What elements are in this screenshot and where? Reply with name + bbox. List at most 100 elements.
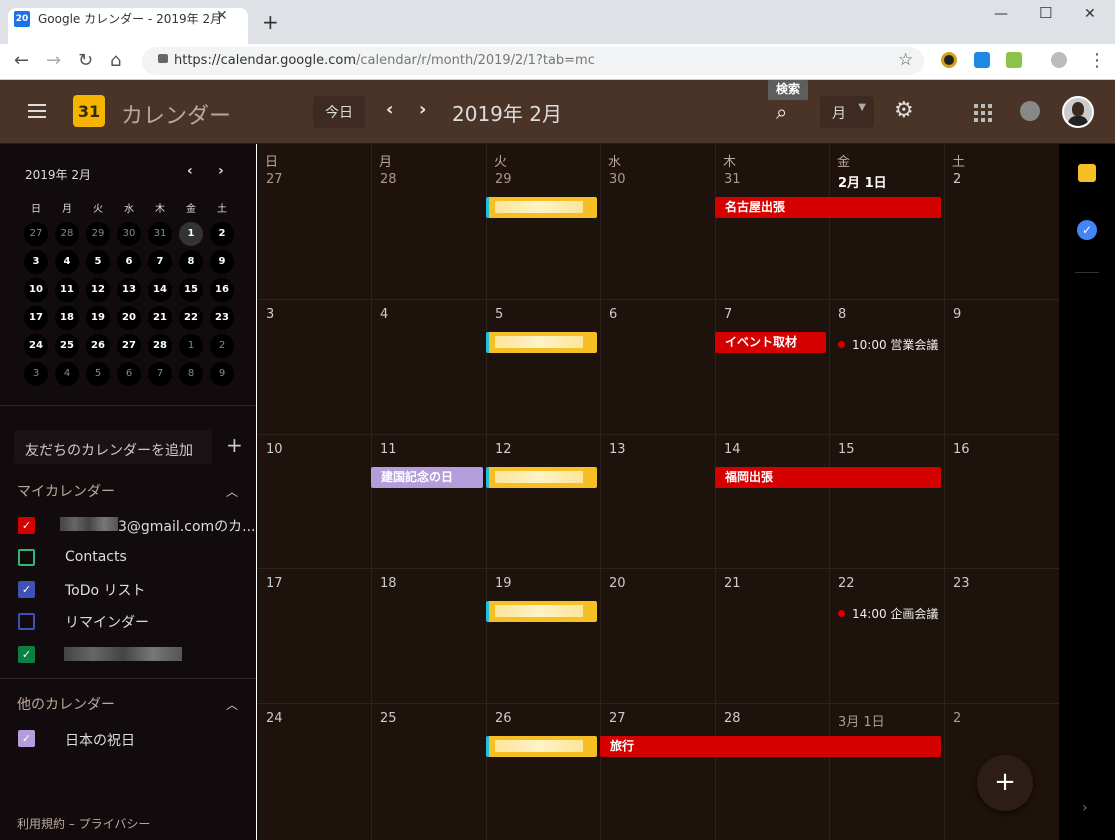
mini-calendar-day[interactable]: 10 [24,278,48,302]
footer-links[interactable]: 利用規約 – プライバシー [17,815,150,832]
day-number[interactable]: 2月 1日 [838,172,887,191]
day-number[interactable]: 22 [838,576,855,591]
event-fukuoka-trip[interactable]: 福岡出張 [715,467,941,488]
mini-calendar-day[interactable]: 4 [55,250,79,274]
event-planning-meeting[interactable]: 14:00 企画会議 [838,605,938,622]
back-icon[interactable]: ← [14,50,29,71]
day-number[interactable]: 16 [953,442,970,457]
main-menu-icon[interactable] [28,102,46,120]
minimize-icon[interactable]: — [994,6,1008,22]
mini-calendar-day[interactable]: 31 [148,222,172,246]
day-number[interactable]: 17 [266,576,283,591]
home-icon[interactable]: ⌂ [110,50,121,71]
view-selector[interactable]: 月 ▼ [820,96,874,128]
calendar-checkbox-personal[interactable]: ✓ [18,517,35,534]
mini-calendar-day[interactable]: 9 [210,362,234,386]
mini-calendar-day[interactable]: 4 [55,362,79,386]
mini-calendar-day[interactable]: 20 [117,306,141,330]
mini-calendar-day[interactable]: 16 [210,278,234,302]
redacted-event[interactable] [486,332,597,353]
mini-next-month-icon[interactable]: › [218,163,224,179]
mini-calendar-day[interactable]: 1 [179,334,203,358]
mini-calendar-day[interactable]: 8 [179,362,203,386]
browser-menu-icon[interactable]: ⋮ [1088,50,1106,71]
forward-icon[interactable]: → [46,50,61,71]
day-number[interactable]: 3 [266,307,274,322]
mini-calendar-day[interactable]: 2 [210,334,234,358]
day-number[interactable]: 23 [953,576,970,591]
day-number[interactable]: 9 [953,307,961,322]
day-number[interactable]: 30 [609,172,626,187]
event-sales-meeting[interactable]: 10:00 営業会議 [838,336,938,353]
day-number[interactable]: 2 [953,172,961,187]
day-number[interactable]: 24 [266,711,283,726]
redacted-event[interactable] [486,467,597,488]
day-number[interactable]: 31 [724,172,741,187]
mini-calendar-day[interactable]: 9 [210,250,234,274]
other-calendars-heading[interactable]: 他のカレンダー [17,694,115,714]
next-period-icon[interactable]: › [419,99,426,120]
day-number[interactable]: 20 [609,576,626,591]
mini-calendar-day[interactable]: 23 [210,306,234,330]
settings-gear-icon[interactable]: ⚙ [894,98,914,123]
day-number[interactable]: 14 [724,442,741,457]
mini-prev-month-icon[interactable]: ‹ [187,163,193,179]
mini-calendar-day[interactable]: 5 [86,250,110,274]
day-number[interactable]: 25 [380,711,397,726]
calendar-checkbox-todo[interactable]: ✓ [18,581,35,598]
reload-icon[interactable]: ↻ [78,50,93,71]
profile-icon[interactable] [1051,52,1067,68]
mini-calendar-day[interactable]: 30 [117,222,141,246]
day-number[interactable]: 21 [724,576,741,591]
extension-2-icon[interactable] [974,52,990,68]
mini-calendar-day[interactable]: 22 [179,306,203,330]
maximize-icon[interactable]: ☐ [1039,4,1052,22]
event-nagoya-trip[interactable]: 名古屋出張 [715,197,941,218]
mini-calendar-day[interactable]: 24 [24,334,48,358]
mini-calendar-day[interactable]: 2 [210,222,234,246]
extension-1-icon[interactable] [941,52,957,68]
event-trip[interactable]: 旅行 [600,736,941,757]
mini-calendar-day[interactable]: 12 [86,278,110,302]
notifications-bell-icon[interactable] [1020,101,1040,121]
mini-calendar-day[interactable]: 8 [179,250,203,274]
mini-calendar-day[interactable]: 27 [117,334,141,358]
my-calendars-heading[interactable]: マイカレンダー [17,481,115,501]
account-avatar[interactable] [1062,96,1094,128]
url-text[interactable]: https://calendar.google.com/calendar/r/m… [174,53,595,68]
day-number[interactable]: 27 [266,172,283,187]
close-window-icon[interactable]: ✕ [1084,6,1096,22]
day-number[interactable]: 27 [609,711,626,726]
mini-calendar-day[interactable]: 17 [24,306,48,330]
redacted-event[interactable] [486,736,597,757]
mini-calendar-day[interactable]: 26 [86,334,110,358]
add-calendar-plus-icon[interactable]: + [226,433,243,457]
event-national-foundation-day[interactable]: 建国記念の日 [371,467,483,488]
lock-icon[interactable] [158,54,168,63]
redacted-event[interactable] [486,601,597,622]
new-tab-icon[interactable]: + [262,12,279,32]
day-number[interactable]: 28 [724,711,741,726]
mini-calendar-day[interactable]: 7 [148,250,172,274]
mini-calendar-day[interactable]: 28 [148,334,172,358]
mini-calendar-day[interactable]: 5 [86,362,110,386]
mini-calendar-day[interactable]: 28 [55,222,79,246]
collapse-my-calendars-icon[interactable]: ︿ [226,483,238,500]
search-icon[interactable]: ⌕ [776,100,787,124]
expand-side-panel-icon[interactable]: › [1082,800,1088,816]
day-number[interactable]: 29 [495,172,512,187]
day-number[interactable]: 7 [724,307,732,322]
close-tab-icon[interactable]: ✕ [216,8,228,24]
today-button[interactable]: 今日 [313,96,365,128]
google-apps-icon[interactable] [974,104,992,122]
day-number[interactable]: 19 [495,576,512,591]
mini-calendar-day[interactable]: 21 [148,306,172,330]
day-number[interactable]: 15 [838,442,855,457]
mini-calendar-day[interactable]: 19 [86,306,110,330]
extension-3-icon[interactable] [1006,52,1022,68]
mini-calendar-day[interactable]: 6 [117,250,141,274]
calendar-checkbox-holidays[interactable]: ✓ [18,730,35,747]
mini-calendar-day[interactable]: 11 [55,278,79,302]
day-number[interactable]: 12 [495,442,512,457]
day-number[interactable]: 18 [380,576,397,591]
